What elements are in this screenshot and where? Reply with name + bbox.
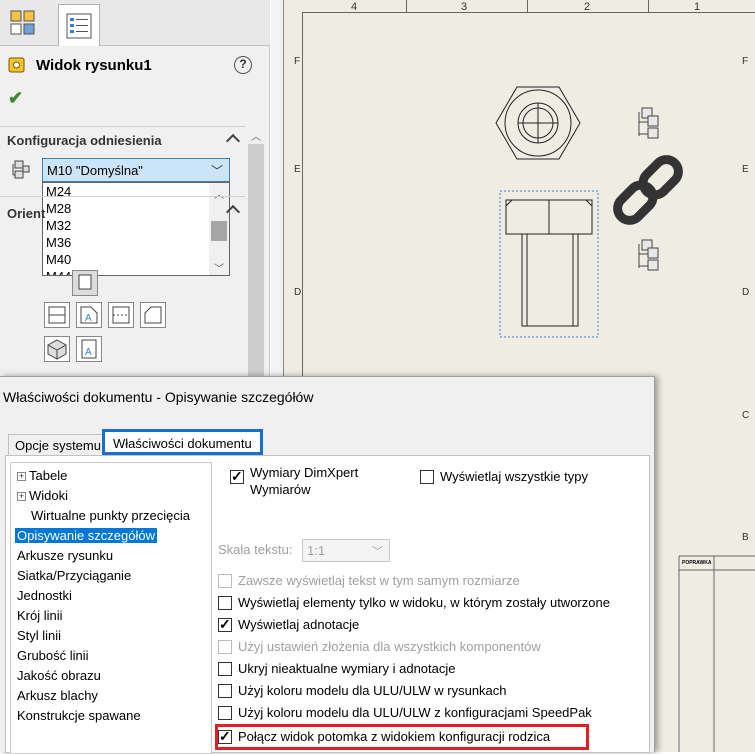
view-orientation-button[interactable] bbox=[44, 336, 70, 362]
tree-item-weldments[interactable]: Konstrukcje spawane bbox=[17, 707, 141, 725]
tree-item-detailing[interactable]: Opisywanie szczegółów bbox=[15, 527, 158, 545]
checkbox bbox=[218, 640, 232, 654]
ok-checkmark-icon[interactable]: ✔ bbox=[8, 88, 23, 109]
configuration-tree-icon bbox=[638, 239, 659, 271]
section-orientation[interactable]: Orient bbox=[0, 196, 245, 222]
configuration-icon bbox=[12, 160, 30, 179]
tree-item-views[interactable]: + Widoki bbox=[17, 487, 68, 505]
section-title: Orient bbox=[7, 206, 46, 221]
panel-title-row: Widok rysunku1 ? bbox=[0, 46, 270, 86]
scroll-thumb[interactable] bbox=[211, 221, 227, 241]
checkbox[interactable] bbox=[230, 468, 244, 485]
tab-system-options[interactable]: Opcje systemu bbox=[8, 434, 108, 456]
config-option[interactable]: M44 bbox=[43, 268, 229, 275]
tree-item-drawing-sheets[interactable]: Arkusze rysunku bbox=[17, 547, 113, 565]
view-orientation-button[interactable]: A bbox=[76, 302, 102, 328]
property-manager-tab[interactable] bbox=[58, 4, 100, 46]
tree-item-grid-snap[interactable]: Siatka/Przyciąganie bbox=[17, 567, 131, 585]
tree-item-tables[interactable]: + Tabele bbox=[17, 467, 67, 485]
text-scale-label: Skala tekstu: bbox=[218, 542, 293, 557]
checkbox[interactable] bbox=[218, 684, 232, 698]
category-tree[interactable]: + Tabele + Widoki Wirtualne punkty przecię… bbox=[10, 462, 212, 754]
title-block-label: POPRAWKA bbox=[682, 560, 712, 566]
property-list-icon bbox=[66, 13, 92, 38]
panel-tabs bbox=[0, 0, 270, 46]
checkbox bbox=[218, 574, 232, 588]
bolt-top-view bbox=[495, 86, 581, 160]
view-orientation-button[interactable] bbox=[140, 302, 166, 328]
tree-item-units[interactable]: Jednostki bbox=[17, 587, 72, 605]
title-block bbox=[678, 555, 755, 752]
view-sheet-icon: A bbox=[81, 339, 97, 359]
view-detail-icon bbox=[144, 306, 162, 324]
configuration-select[interactable]: M10 "Domyślna" ﹀ bbox=[42, 158, 230, 182]
tree-item-virtual-sharps[interactable]: Wirtualne punkty przecięcia bbox=[31, 507, 190, 525]
view-orientation-button[interactable] bbox=[108, 302, 134, 328]
document-properties-dialog: Właściwości dokumentu - Opisywanie szcze… bbox=[0, 376, 655, 754]
checkbox[interactable] bbox=[218, 706, 232, 720]
section-title: Konfiguracja odniesienia bbox=[7, 133, 162, 148]
config-option[interactable]: M36 bbox=[43, 234, 229, 251]
chevron-down-icon: ﹀ bbox=[372, 546, 383, 558]
svg-text:A: A bbox=[85, 347, 92, 358]
tab-document-properties[interactable]: Właściwości dokumentu bbox=[102, 429, 263, 455]
checkbox[interactable] bbox=[218, 662, 232, 676]
view-isometric-icon bbox=[47, 339, 67, 360]
configuration-select-value: M10 "Domyślna" bbox=[47, 163, 143, 178]
section-reference-config[interactable]: Konfiguracja odniesienia bbox=[0, 126, 245, 152]
highlight-annotation-box bbox=[215, 724, 589, 750]
view-annotation-icon: A bbox=[80, 306, 98, 324]
scroll-up-icon[interactable]: ︿ bbox=[251, 128, 261, 143]
expand-plus-icon[interactable]: + bbox=[17, 472, 26, 481]
text-scale-select: 1:1 ﹀ bbox=[302, 539, 390, 562]
chevron-down-icon[interactable]: ﹀ bbox=[211, 162, 223, 179]
drawing-view-icon bbox=[8, 57, 25, 73]
tree-item-line-thickness[interactable]: Grubość linii bbox=[17, 647, 89, 665]
scroll-down-icon[interactable]: ﹀ bbox=[214, 260, 224, 275]
link-icon bbox=[613, 155, 683, 225]
tree-item-image-quality[interactable]: Jakość obrazu bbox=[17, 667, 101, 685]
scroll-thumb[interactable] bbox=[248, 144, 264, 376]
view-section-icon bbox=[112, 306, 130, 324]
tree-item-sheet-metal[interactable]: Arkusz blachy bbox=[17, 687, 98, 705]
expand-plus-icon[interactable]: + bbox=[17, 492, 26, 501]
checkbox[interactable] bbox=[218, 616, 232, 633]
feature-manager-tab[interactable] bbox=[4, 4, 42, 42]
panel-title: Widok rysunku1 bbox=[36, 57, 152, 74]
svg-text:A: A bbox=[85, 313, 92, 324]
tree-item-line-font[interactable]: Krój linii bbox=[17, 607, 63, 625]
dialog-title: Właściwości dokumentu - Opisywanie szcze… bbox=[3, 389, 314, 405]
checkbox[interactable] bbox=[218, 596, 232, 610]
options-panel: Wymiary DimXpert Wymiarów Wyświetlaj wsz… bbox=[215, 462, 648, 754]
view-orientation-button[interactable] bbox=[72, 270, 98, 296]
checkbox[interactable] bbox=[420, 470, 434, 484]
feature-tree-icon bbox=[10, 10, 35, 35]
collapse-caret-icon[interactable] bbox=[225, 204, 241, 220]
tree-item-line-style[interactable]: Styl linii bbox=[17, 627, 61, 645]
panel-scrollbar[interactable]: ︿ bbox=[246, 126, 266, 376]
configuration-tree-icon bbox=[638, 107, 659, 139]
view-top-icon bbox=[48, 306, 66, 324]
view-orientation-button[interactable]: A bbox=[76, 336, 102, 362]
help-icon[interactable]: ? bbox=[234, 56, 252, 74]
dialog-body: + Tabele + Widoki Wirtualne punkty przecię… bbox=[5, 455, 650, 754]
collapse-caret-icon[interactable] bbox=[225, 133, 241, 149]
view-front-icon bbox=[78, 274, 92, 290]
bolt-side-view bbox=[499, 190, 599, 338]
config-option[interactable]: M40 bbox=[43, 251, 229, 268]
view-orientation-button[interactable] bbox=[44, 302, 70, 328]
